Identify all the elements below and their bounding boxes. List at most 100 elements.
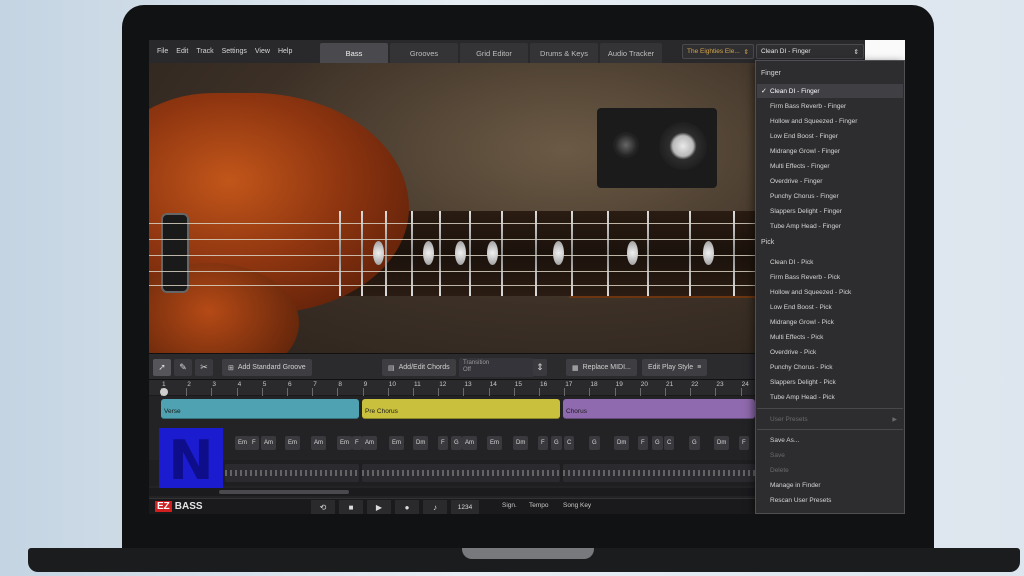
chord-block[interactable]: Am bbox=[462, 436, 477, 450]
chord-block[interactable]: F bbox=[739, 436, 749, 450]
chord-block[interactable]: Dm bbox=[614, 436, 630, 450]
replace-midi-button[interactable]: ▦ Replace MIDI... bbox=[566, 359, 637, 376]
preset-library-select[interactable]: The Eighties Ele... ⇕ bbox=[682, 44, 754, 59]
preset-item[interactable]: Low End Boost - Finger bbox=[757, 129, 903, 143]
preset-item[interactable]: ✓ Clean DI - Finger bbox=[757, 84, 903, 98]
metronome-icon[interactable]: ♪ bbox=[423, 500, 447, 514]
preset-item[interactable]: Low End Boost - Pick bbox=[757, 300, 903, 314]
chord-block[interactable]: Am bbox=[261, 436, 276, 450]
scroll-thumb[interactable] bbox=[219, 490, 349, 494]
preset-item[interactable]: Midrange Growl - Finger bbox=[757, 144, 903, 158]
preset-item[interactable]: Firm Bass Reverb - Pick bbox=[757, 270, 903, 284]
chord-block[interactable]: F bbox=[638, 436, 648, 450]
chord-block[interactable]: Am bbox=[362, 436, 377, 450]
chord-block[interactable]: G bbox=[551, 436, 562, 450]
loop-icon[interactable]: ⟲ bbox=[311, 500, 335, 514]
chord-block[interactable]: C bbox=[564, 436, 575, 450]
ruler-tick: 16 bbox=[540, 381, 548, 388]
chord-block[interactable]: Dm bbox=[413, 436, 429, 450]
preset-item[interactable]: Hollow and Squeezed - Finger bbox=[757, 114, 903, 128]
midi-region[interactable] bbox=[225, 464, 359, 482]
preset-item[interactable]: Multi Effects - Finger bbox=[757, 159, 903, 173]
chord-block[interactable]: F bbox=[249, 436, 259, 450]
section-pre-chorus[interactable]: Pre Chorus bbox=[362, 399, 560, 419]
count-in-button[interactable]: 1234 bbox=[451, 500, 479, 514]
tab-grooves[interactable]: Grooves bbox=[390, 43, 458, 63]
stop-icon[interactable]: ■ bbox=[339, 500, 363, 514]
chord-block[interactable]: G bbox=[652, 436, 663, 450]
tab-grid-editor[interactable]: Grid Editor bbox=[460, 43, 528, 63]
ruler-tick: 19 bbox=[615, 381, 623, 388]
preset-item[interactable]: Multi Effects - Pick bbox=[757, 330, 903, 344]
menu-edit[interactable]: Edit bbox=[172, 48, 192, 55]
transition-select[interactable]: Transition Off bbox=[459, 358, 534, 377]
user-presets-submenu[interactable]: User Presets ▶ bbox=[757, 412, 903, 426]
menu-file[interactable]: File bbox=[153, 48, 172, 55]
preset-item[interactable]: Overdrive - Finger bbox=[757, 174, 903, 188]
chord-block[interactable]: Am bbox=[311, 436, 326, 450]
preset-item[interactable]: Overdrive - Pick bbox=[757, 345, 903, 359]
chord-block[interactable]: F bbox=[352, 436, 362, 450]
chord-block[interactable]: Em bbox=[337, 436, 352, 450]
scissors-tool-icon[interactable]: ✂ bbox=[195, 359, 213, 376]
pencil-tool-icon[interactable]: ✎ bbox=[174, 359, 192, 376]
save-as-item[interactable]: Save As... bbox=[757, 433, 903, 447]
chord-block[interactable]: G bbox=[451, 436, 462, 450]
ruler-tick-line bbox=[539, 388, 540, 396]
chord-block[interactable]: F bbox=[538, 436, 548, 450]
delete-item[interactable]: Delete bbox=[757, 463, 903, 477]
preset-item[interactable]: Midrange Growl - Pick bbox=[757, 315, 903, 329]
chord-block[interactable]: F bbox=[438, 436, 448, 450]
edit-play-style-button[interactable]: Edit Play Style ≡ bbox=[642, 359, 708, 376]
add-edit-chords-button[interactable]: ▤ Add/Edit Chords bbox=[382, 359, 456, 376]
section-verse[interactable]: Verse bbox=[161, 399, 359, 419]
tab-audio-tracker[interactable]: Audio Tracker bbox=[600, 43, 662, 63]
chord-block[interactable]: Em bbox=[285, 436, 300, 450]
timeline-ruler[interactable]: 1 2 3 4 5 6 7 8 9 10 11 12 13 14 15 16 17 18 19 20 21 22 23 24 bbox=[149, 380, 755, 396]
chord-block[interactable]: Dm bbox=[513, 436, 529, 450]
preset-item[interactable]: Tube Amp Head - Pick bbox=[757, 390, 903, 404]
preset-item-label: Low End Boost - Pick bbox=[770, 303, 832, 311]
chord-block[interactable]: Em bbox=[235, 436, 250, 450]
chord-block[interactable]: G bbox=[589, 436, 600, 450]
studio-monitor-image bbox=[597, 108, 717, 188]
chord-block[interactable]: C bbox=[664, 436, 675, 450]
menu-view[interactable]: View bbox=[251, 48, 274, 55]
finger-group-header: Finger bbox=[761, 70, 781, 77]
tab-drums-keys[interactable]: Drums & Keys bbox=[530, 43, 598, 63]
manage-in-finder-item-label: Manage in Finder bbox=[770, 481, 821, 489]
preset-item[interactable]: Hollow and Squeezed - Pick bbox=[757, 285, 903, 299]
manage-in-finder-item[interactable]: Manage in Finder bbox=[757, 478, 903, 492]
ruler-tick-line bbox=[463, 388, 465, 396]
add-standard-groove-button[interactable]: ⊞ Add Standard Groove bbox=[222, 359, 312, 376]
preset-select[interactable]: Clean DI - Finger ⇕ bbox=[756, 44, 864, 59]
save-item[interactable]: Save bbox=[757, 448, 903, 462]
preset-item[interactable]: Firm Bass Reverb - Finger bbox=[757, 99, 903, 113]
transition-stepper[interactable]: ⇕ bbox=[533, 359, 547, 376]
chord-block[interactable]: Em bbox=[389, 436, 404, 450]
preset-item[interactable]: Slappers Delight - Pick bbox=[757, 375, 903, 389]
preset-item[interactable]: Slappers Delight - Finger bbox=[757, 204, 903, 218]
midi-region[interactable] bbox=[563, 464, 755, 482]
tab-bass[interactable]: Bass bbox=[320, 43, 388, 63]
preset-item[interactable]: Punchy Chorus - Finger bbox=[757, 189, 903, 203]
menu-help[interactable]: Help bbox=[274, 48, 296, 55]
preset-item[interactable]: Clean DI - Pick bbox=[757, 255, 903, 269]
chord-block[interactable]: Em bbox=[487, 436, 502, 450]
pointer-tool-icon[interactable]: ➚ bbox=[153, 359, 171, 376]
chord-block[interactable]: G bbox=[689, 436, 700, 450]
section-chorus[interactable]: Chorus bbox=[563, 399, 755, 419]
preset-item-label: Multi Effects - Finger bbox=[770, 162, 830, 170]
midi-region[interactable] bbox=[362, 464, 560, 482]
play-icon[interactable]: ▶ bbox=[367, 500, 391, 514]
ruler-tick: 22 bbox=[691, 381, 699, 388]
timeline-scrollbar[interactable] bbox=[149, 488, 755, 496]
preset-item[interactable]: Punchy Chorus - Pick bbox=[757, 360, 903, 374]
preset-item[interactable]: Tube Amp Head - Finger bbox=[757, 219, 903, 233]
chord-block[interactable]: Dm bbox=[714, 436, 730, 450]
menu-settings[interactable]: Settings bbox=[218, 48, 251, 55]
playhead-handle[interactable] bbox=[160, 388, 168, 396]
menu-track[interactable]: Track bbox=[192, 48, 217, 55]
rescan-user-presets-item[interactable]: Rescan User Presets bbox=[757, 493, 903, 507]
record-icon[interactable]: ● bbox=[395, 500, 419, 514]
